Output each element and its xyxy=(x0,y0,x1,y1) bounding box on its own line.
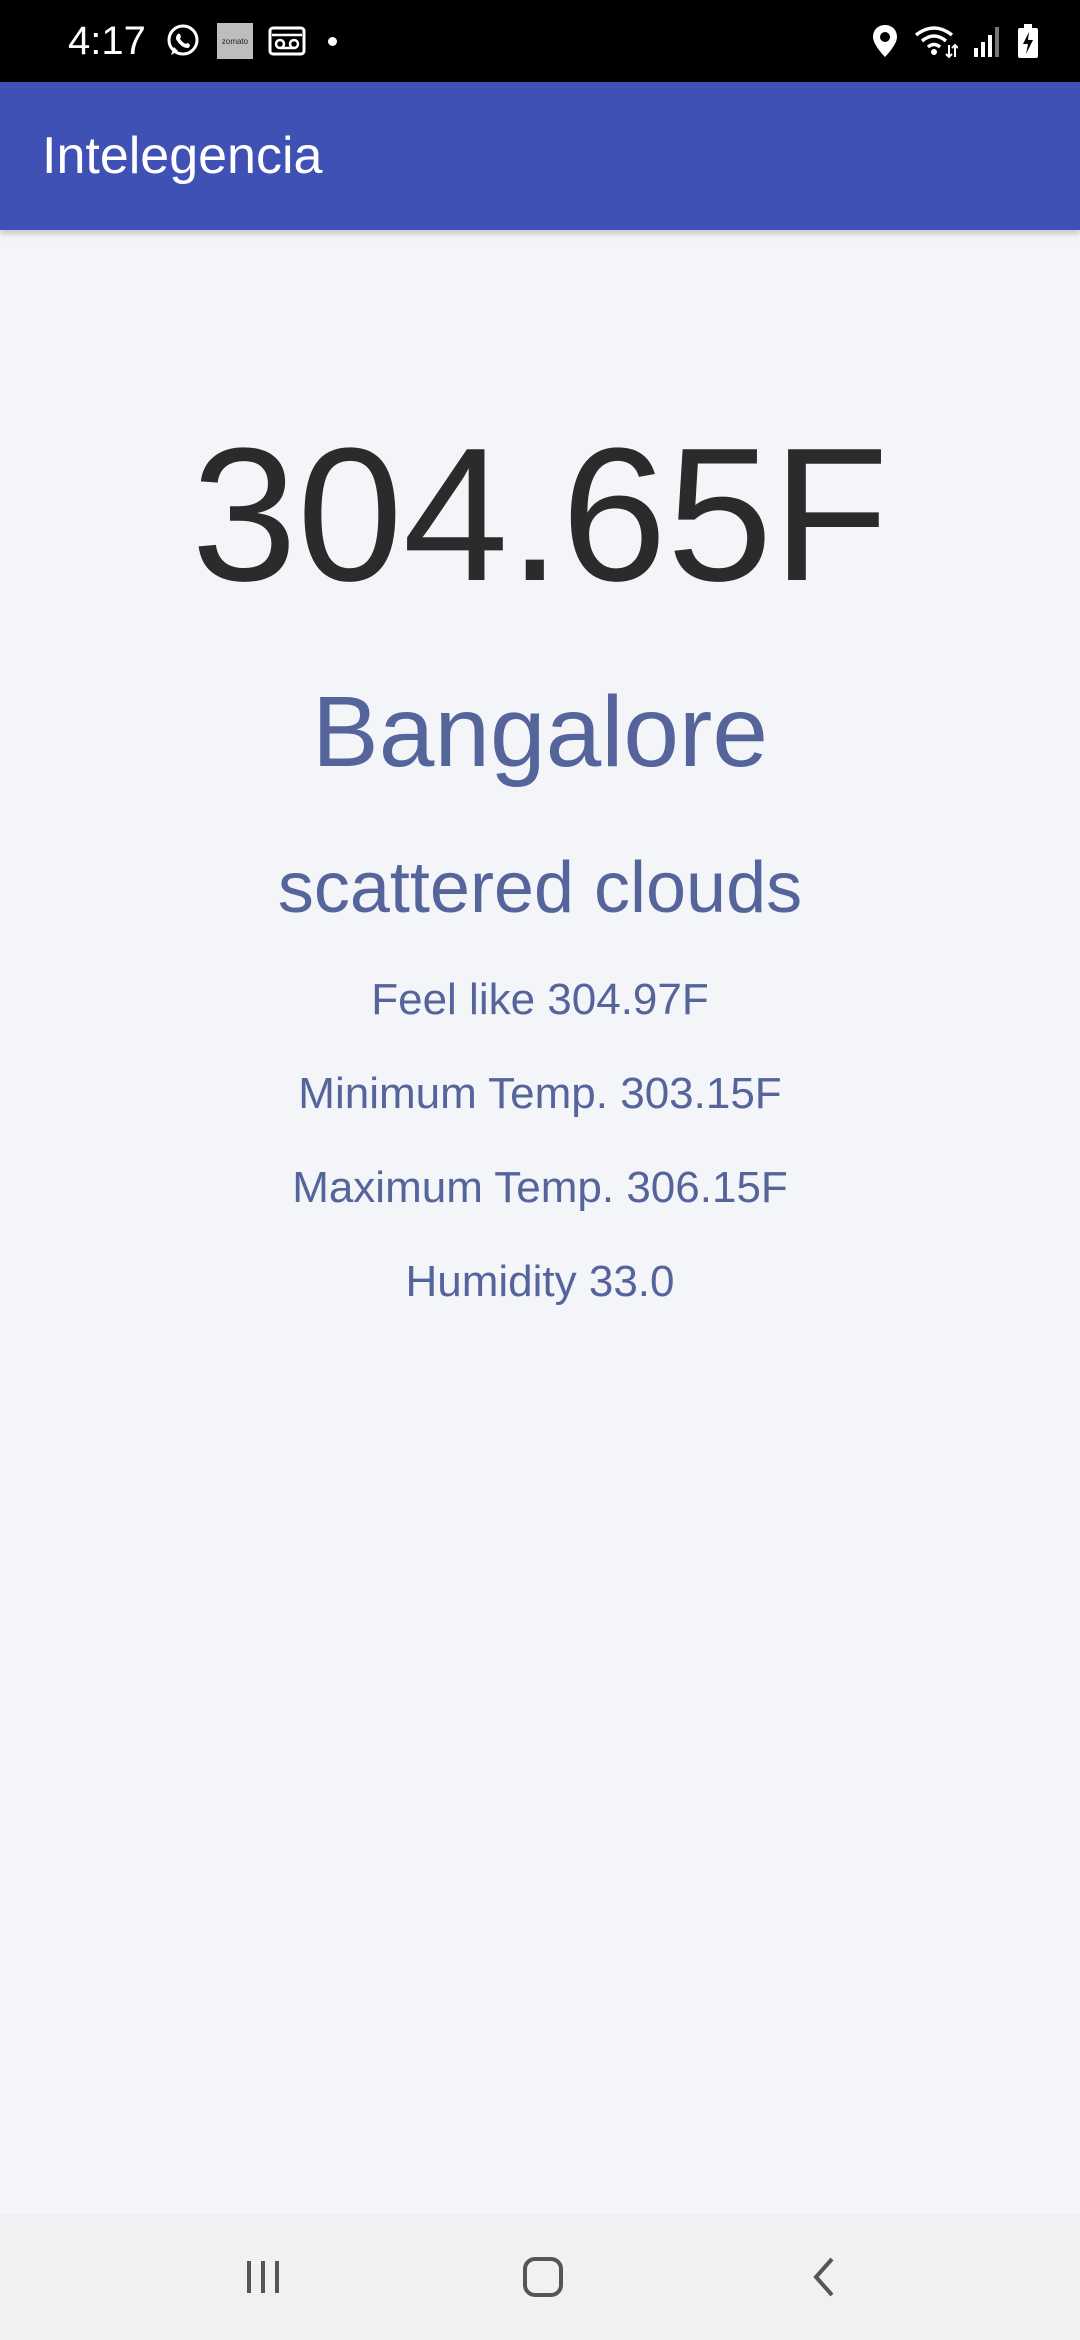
back-button[interactable] xyxy=(746,2214,906,2340)
wifi-icon xyxy=(914,23,958,59)
battery-charging-icon xyxy=(1016,23,1040,59)
status-bar: 4:17 zomato xyxy=(0,0,1080,82)
location-icon xyxy=(870,23,900,59)
status-bar-right xyxy=(870,0,1040,82)
recent-apps-button[interactable] xyxy=(183,2214,343,2340)
status-bar-left: 4:17 zomato xyxy=(68,0,337,82)
app-bar: Intelegencia xyxy=(0,82,1080,230)
signal-icon xyxy=(972,24,1002,58)
notification-dot-icon xyxy=(327,36,337,46)
max-temp-text: Maximum Temp. 306.15F xyxy=(292,1163,788,1212)
system-nav-bar xyxy=(0,2214,1080,2340)
voicemail-icon xyxy=(268,22,306,60)
weather-description: scattered clouds xyxy=(277,848,803,928)
zomato-icon-text: zomato xyxy=(222,37,249,46)
feels-like-text: Feel like 304.97F xyxy=(371,975,709,1024)
back-icon xyxy=(813,2257,834,2297)
zomato-icon: zomato xyxy=(216,22,254,60)
min-temp-text: Minimum Temp. 303.15F xyxy=(298,1069,782,1118)
whatsapp-icon xyxy=(164,22,202,60)
app-title: Intelegencia xyxy=(42,127,323,185)
humidity-text: Humidity 33.0 xyxy=(405,1257,675,1306)
recent-apps-icon xyxy=(247,2261,279,2293)
home-button[interactable] xyxy=(463,2214,623,2340)
temperature-value: 304.65F xyxy=(191,409,889,621)
status-time: 4:17 xyxy=(68,18,146,63)
city-name: Bangalore xyxy=(312,676,768,788)
home-icon xyxy=(523,2257,563,2297)
